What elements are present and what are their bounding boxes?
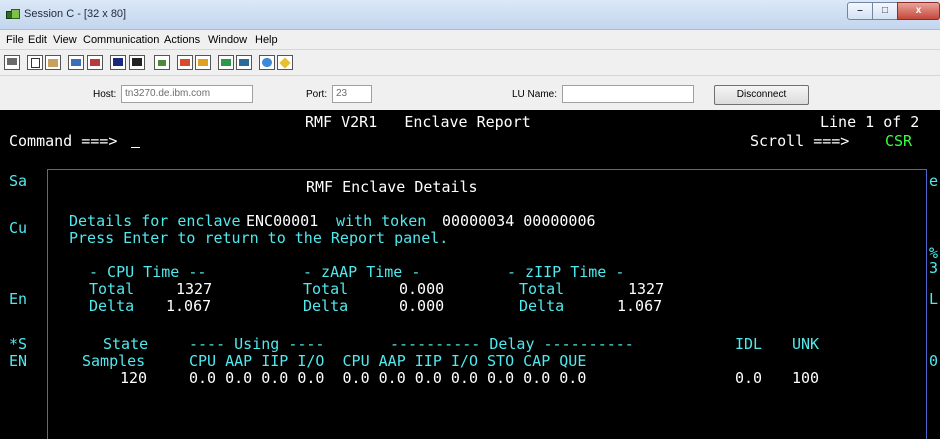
menu-window[interactable]: Window: [208, 34, 247, 46]
enclave-details-popup: RMF Enclave Details Details for enclave …: [47, 169, 927, 439]
zaap-time-heading: - zAAP Time -: [303, 263, 421, 281]
transfer-multi-icon[interactable]: [236, 55, 252, 70]
bg-text: *S: [9, 335, 28, 353]
using-header: ---- Using ----: [189, 335, 325, 353]
lu-name-field[interactable]: [562, 85, 694, 103]
state-values: 0.0 0.0 0.0 0.0 0.0 0.0 0.0 0.0 0.0 0.0 …: [189, 369, 587, 387]
idl-header: IDL: [735, 335, 763, 353]
popup-title: RMF Enclave Details: [306, 178, 478, 196]
cpu-total-label: Total: [89, 280, 135, 298]
ziip-time-heading: - zIIP Time -: [507, 263, 625, 281]
command-input[interactable]: [131, 133, 140, 150]
cpu-delta-value: 1.067: [166, 297, 212, 315]
unk-header: UNK: [792, 335, 820, 353]
menu-help[interactable]: Help: [255, 34, 278, 46]
report-header: RMF V2R1 Enclave Report: [305, 113, 531, 131]
samples-value: 120: [120, 369, 148, 387]
idl-value: 0.0: [735, 369, 763, 387]
state-columns: CPU AAP IIP I/O CPU AAP IIP I/O STO CAP …: [189, 352, 587, 370]
transfer-icon[interactable]: [218, 55, 234, 70]
bg-text: 0: [929, 352, 939, 370]
host-label: Host:: [93, 89, 117, 100]
line-info: Line 1 of 2: [820, 113, 920, 131]
ziip-delta-value: 1.067: [617, 297, 663, 315]
menu-edit[interactable]: Edit: [28, 34, 47, 46]
enclave-token: 00000034 00000006: [442, 212, 596, 230]
edit-icon[interactable]: [277, 55, 293, 70]
lu-name-label: LU Name:: [512, 89, 558, 100]
port-label: Port:: [306, 89, 328, 100]
delay-header: ---------- Delay ----------: [390, 335, 634, 353]
scroll-input[interactable]: CSR: [885, 133, 912, 150]
title-bar: Session C - [32 x 80] – □ x: [0, 0, 940, 30]
session-app-icon: [6, 9, 20, 21]
display-icon[interactable]: [4, 55, 20, 70]
bg-text: L: [929, 290, 939, 308]
bg-text: 3: [929, 259, 939, 277]
receive-icon[interactable]: [87, 55, 103, 70]
minimize-button[interactable]: –: [847, 2, 873, 20]
ziip-total-label: Total: [519, 280, 565, 298]
state-label: State: [103, 335, 149, 353]
cpu-time-heading: - CPU Time --: [89, 263, 207, 281]
zaap-total-value: 0.000: [399, 280, 445, 298]
macro-play-icon[interactable]: [195, 55, 211, 70]
command-prompt: Command ===>: [9, 132, 118, 150]
copy-icon[interactable]: [27, 55, 43, 70]
enclave-name: ENC00001: [246, 212, 319, 230]
zaap-total-label: Total: [303, 280, 349, 298]
zaap-delta-label: Delta: [303, 297, 349, 315]
terminal-screen[interactable]: RMF V2R1 Enclave Report Line 1 of 2 Comm…: [0, 110, 940, 439]
ziip-total-value: 1327: [628, 280, 665, 298]
chart-icon[interactable]: [154, 55, 170, 70]
ziip-delta-label: Delta: [519, 297, 565, 315]
print-screen-icon[interactable]: [129, 55, 145, 70]
paste-icon[interactable]: [45, 55, 61, 70]
token-prefix: with token: [336, 212, 427, 230]
cpu-delta-label: Delta: [89, 297, 135, 315]
window-title: Session C - [32 x 80]: [24, 8, 127, 20]
connection-bar: Host: tn3270.de.ibm.com Port: 23 LU Name…: [0, 76, 940, 107]
menu-view[interactable]: View: [53, 34, 77, 46]
samples-label: Samples: [82, 352, 146, 370]
bg-text: e: [929, 172, 939, 190]
bg-text: Cu: [9, 219, 28, 237]
close-button[interactable]: x: [897, 2, 940, 20]
menu-bar: File Edit View Communication Actions Win…: [0, 30, 940, 50]
disconnect-button[interactable]: Disconnect: [714, 85, 809, 105]
bg-text: EN: [9, 352, 28, 370]
menu-file[interactable]: File: [6, 34, 24, 46]
details-prefix: Details for enclave: [69, 212, 241, 230]
port-field[interactable]: 23: [332, 85, 372, 103]
unk-value: 100: [792, 369, 820, 387]
maximize-button[interactable]: □: [872, 2, 898, 20]
zaap-delta-value: 0.000: [399, 297, 445, 315]
palette-icon[interactable]: [259, 55, 275, 70]
scroll-prompt: Scroll ===>: [750, 132, 850, 150]
macro-record-icon[interactable]: [177, 55, 193, 70]
host-field[interactable]: tn3270.de.ibm.com: [121, 85, 253, 103]
send-icon[interactable]: [68, 55, 84, 70]
bg-text: Sa: [9, 172, 28, 190]
bg-text: En: [9, 290, 28, 308]
instruction-text: Press Enter to return to the Report pane…: [69, 229, 449, 247]
screen-icon[interactable]: [110, 55, 126, 70]
cpu-total-value: 1327: [176, 280, 213, 298]
menu-actions[interactable]: Actions: [164, 34, 200, 46]
toolbar: [0, 50, 940, 76]
menu-communication[interactable]: Communication: [83, 34, 159, 46]
